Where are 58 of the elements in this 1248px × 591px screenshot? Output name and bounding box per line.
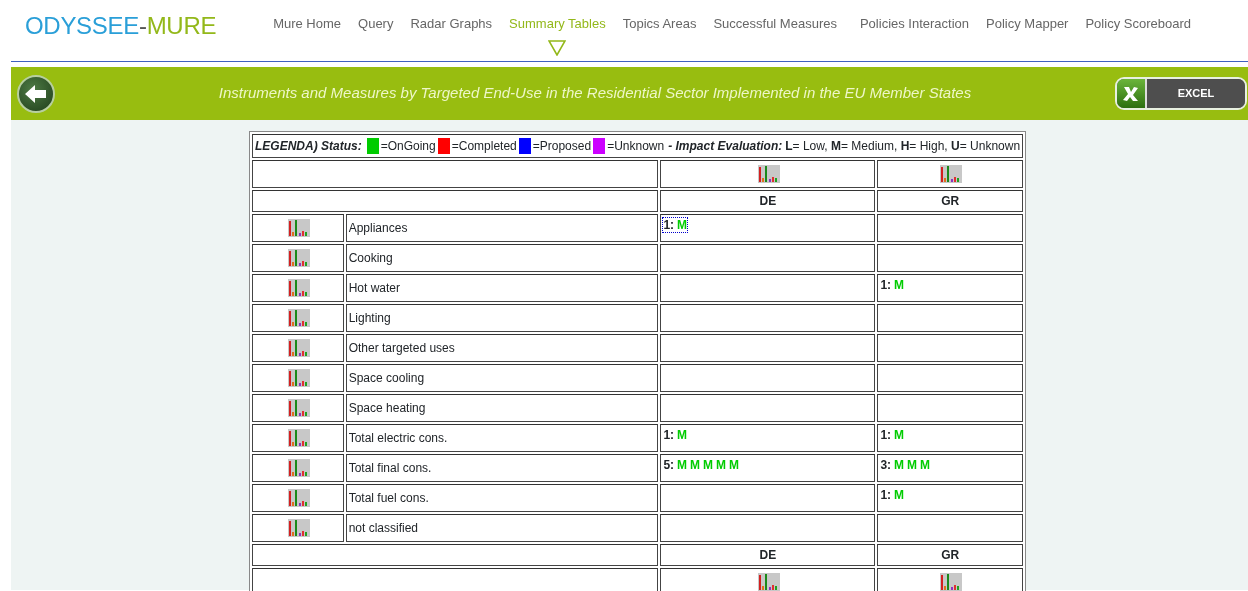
bar-chart-icon[interactable] xyxy=(285,428,310,448)
bar-chart-icon[interactable] xyxy=(285,368,310,388)
measure-summary[interactable]: 3: M M M xyxy=(880,458,931,472)
bar-chart-icon[interactable] xyxy=(938,164,963,184)
row-label: Hot water xyxy=(348,281,401,295)
arrow-left-icon xyxy=(24,83,48,104)
status-label: =Proposed xyxy=(532,138,592,155)
country-header: DE xyxy=(759,194,777,208)
country-header: DE xyxy=(759,548,777,562)
bar-chart-icon[interactable] xyxy=(285,518,310,538)
bar-chart-icon[interactable] xyxy=(285,218,310,238)
nav-link[interactable]: Query xyxy=(358,14,394,34)
row-label: Total fuel cons. xyxy=(348,491,429,505)
bar-chart-icon[interactable] xyxy=(285,278,310,298)
legend-title: LEGENDA) Status: xyxy=(255,138,362,155)
impact-legend-text: L= Low, M= Medium, H= High, U= Unknown xyxy=(785,138,1021,155)
row-label: Lighting xyxy=(348,311,391,325)
bar-chart-icon[interactable] xyxy=(755,164,780,184)
bar-chart-icon[interactable] xyxy=(938,572,963,591)
row-label: Space cooling xyxy=(348,371,425,385)
bar-chart-icon[interactable] xyxy=(285,458,310,478)
row-label: not classified xyxy=(348,521,419,535)
row-label: Total final cons. xyxy=(348,461,432,475)
row-label: Space heating xyxy=(348,401,426,415)
status-label: =Completed xyxy=(451,138,517,155)
measure-summary[interactable]: 5: M M M M M xyxy=(663,458,740,472)
page-title: Instruments and Measures by Targeted End-Use in the Residential Sector Implemented in the EU Member States xyxy=(217,83,973,104)
nav-link[interactable]: Policies Interaction xyxy=(859,14,970,34)
excel-button[interactable]: EXCEL xyxy=(1115,77,1247,110)
row-label: Appliances xyxy=(348,221,408,235)
measure-summary[interactable]: 1: M xyxy=(880,428,905,442)
triangle-icon xyxy=(548,39,567,56)
row-label: Cooking xyxy=(348,251,393,265)
row-label: Total electric cons. xyxy=(348,431,448,445)
status-label: =Unknown xyxy=(607,138,665,155)
country-header: GR xyxy=(941,548,960,562)
nav-link[interactable]: Successful Measures xyxy=(713,14,837,34)
measure-summary[interactable]: 1: M xyxy=(663,218,688,232)
country-header: GR xyxy=(941,194,960,208)
measure-summary[interactable]: 1: M xyxy=(880,278,905,292)
bar-chart-icon[interactable] xyxy=(285,398,310,418)
nav-link[interactable]: Mure Home xyxy=(273,14,342,34)
status-label: =OnGoing xyxy=(380,138,436,155)
nav-link[interactable]: Policy Mapper xyxy=(986,14,1069,34)
bar-chart-icon[interactable] xyxy=(285,248,310,268)
legend-title: - Impact Evaluation: xyxy=(668,138,783,155)
logo[interactable]: ODYSSEE-MURE xyxy=(11,0,217,44)
bar-chart-icon[interactable] xyxy=(285,338,310,358)
row-label: Other targeted uses xyxy=(348,341,455,355)
bar-chart-icon[interactable] xyxy=(755,572,780,591)
nav-link[interactable]: Topics Areas xyxy=(622,14,697,34)
nav-link[interactable]: Radar Graphs xyxy=(410,14,493,34)
measure-summary[interactable]: 1: M xyxy=(880,488,905,502)
nav-link[interactable]: Policy Scoreboard xyxy=(1085,14,1191,34)
bar-chart-icon[interactable] xyxy=(285,308,310,328)
measure-summary[interactable]: 1: M xyxy=(663,428,688,442)
bar-chart-icon[interactable] xyxy=(285,488,310,508)
back-button[interactable] xyxy=(17,74,55,113)
